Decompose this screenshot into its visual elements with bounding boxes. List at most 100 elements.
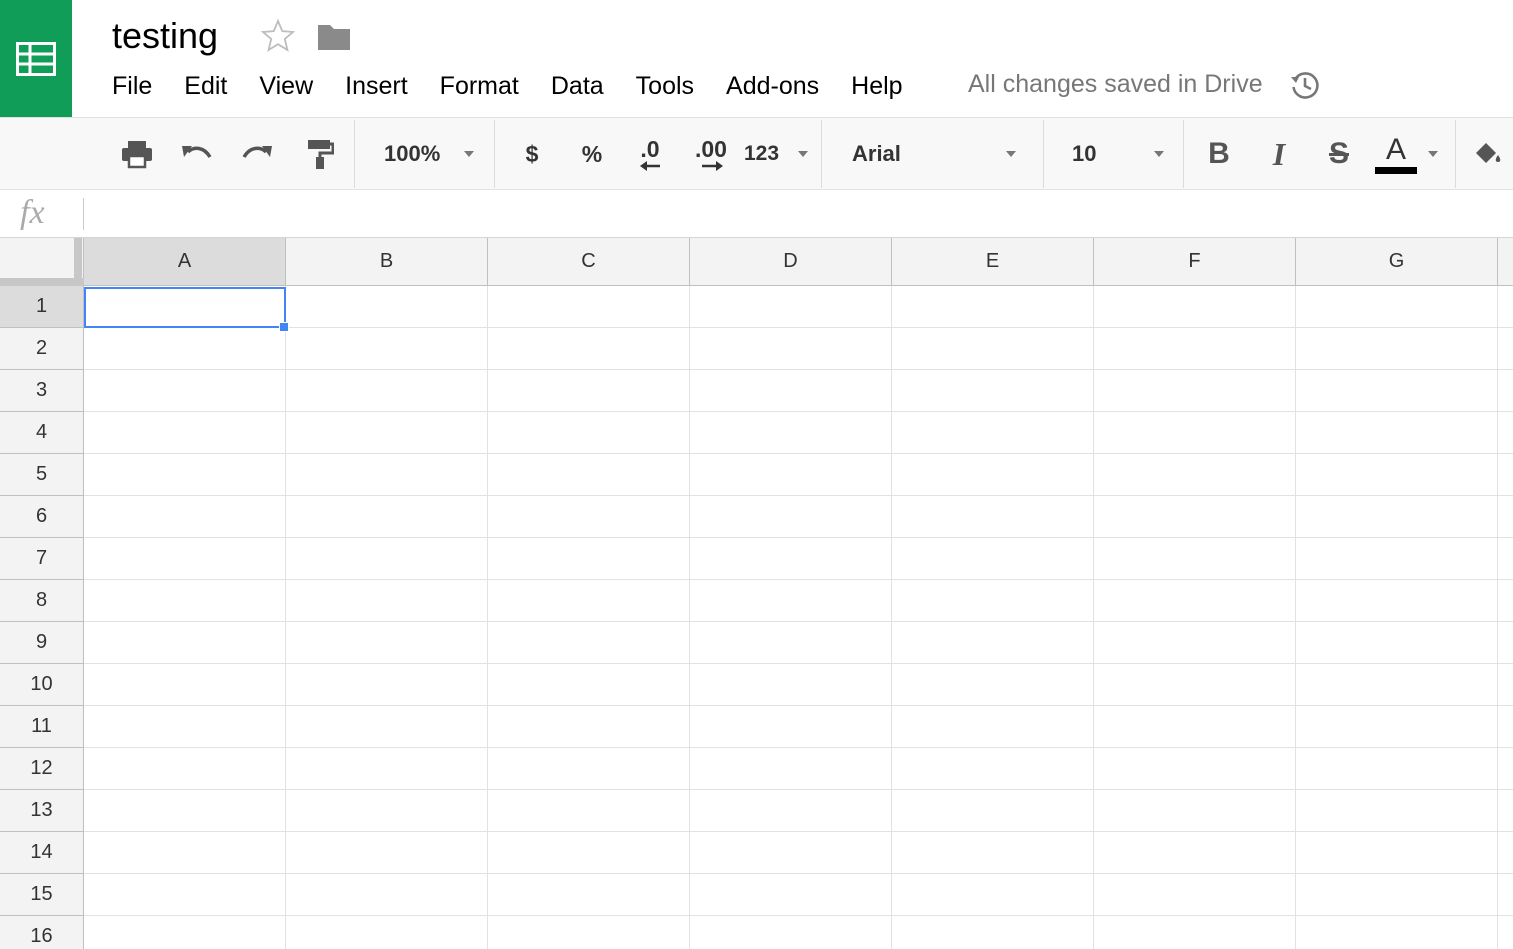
column-header-c[interactable]: C xyxy=(488,238,690,286)
cell-f5[interactable] xyxy=(1094,454,1296,496)
row-header-12[interactable]: 12 xyxy=(0,748,84,790)
cell-h8[interactable] xyxy=(1498,580,1513,622)
currency-format-button[interactable]: $ xyxy=(512,118,552,190)
cell-c14[interactable] xyxy=(488,832,690,874)
redo-button[interactable] xyxy=(236,118,278,190)
cell-d12[interactable] xyxy=(690,748,892,790)
fill-color-button[interactable] xyxy=(1466,118,1510,190)
increase-decimal-button[interactable]: .00 xyxy=(686,118,736,190)
cell-g12[interactable] xyxy=(1296,748,1498,790)
cell-f3[interactable] xyxy=(1094,370,1296,412)
menu-addons[interactable]: Add-ons xyxy=(710,68,835,104)
cell-c13[interactable] xyxy=(488,790,690,832)
cell-f7[interactable] xyxy=(1094,538,1296,580)
print-button[interactable] xyxy=(116,118,158,190)
cell-b7[interactable] xyxy=(286,538,488,580)
column-header-b[interactable]: B xyxy=(286,238,488,286)
cell-e10[interactable] xyxy=(892,664,1094,706)
cell-b12[interactable] xyxy=(286,748,488,790)
cell-d6[interactable] xyxy=(690,496,892,538)
cell-d7[interactable] xyxy=(690,538,892,580)
cell-d11[interactable] xyxy=(690,706,892,748)
cell-c6[interactable] xyxy=(488,496,690,538)
cell-g8[interactable] xyxy=(1296,580,1498,622)
cell-e16[interactable] xyxy=(892,916,1094,949)
percent-format-button[interactable]: % xyxy=(572,118,612,190)
cell-f1[interactable] xyxy=(1094,286,1296,328)
more-formats-select[interactable]: 123 xyxy=(744,118,808,190)
cell-g4[interactable] xyxy=(1296,412,1498,454)
cell-d14[interactable] xyxy=(690,832,892,874)
cell-g11[interactable] xyxy=(1296,706,1498,748)
cell-g13[interactable] xyxy=(1296,790,1498,832)
cell-f2[interactable] xyxy=(1094,328,1296,370)
cell-h6[interactable] xyxy=(1498,496,1513,538)
text-color-button[interactable]: A xyxy=(1374,118,1442,190)
cell-c8[interactable] xyxy=(488,580,690,622)
cell-a13[interactable] xyxy=(84,790,286,832)
column-header-f[interactable]: F xyxy=(1094,238,1296,286)
row-header-3[interactable]: 3 xyxy=(0,370,84,412)
cell-h3[interactable] xyxy=(1498,370,1513,412)
cell-f12[interactable] xyxy=(1094,748,1296,790)
column-header-g[interactable]: G xyxy=(1296,238,1498,286)
cell-e8[interactable] xyxy=(892,580,1094,622)
cell-c12[interactable] xyxy=(488,748,690,790)
cell-b1[interactable] xyxy=(286,286,488,328)
cell-b10[interactable] xyxy=(286,664,488,706)
cell-d1[interactable] xyxy=(690,286,892,328)
cell-c5[interactable] xyxy=(488,454,690,496)
cell-d10[interactable] xyxy=(690,664,892,706)
column-header-a[interactable]: A xyxy=(84,238,286,286)
freeze-row-handle[interactable] xyxy=(0,278,84,286)
cell-a3[interactable] xyxy=(84,370,286,412)
cell-a6[interactable] xyxy=(84,496,286,538)
row-header-9[interactable]: 9 xyxy=(0,622,84,664)
cell-c4[interactable] xyxy=(488,412,690,454)
cell-g1[interactable] xyxy=(1296,286,1498,328)
cell-f11[interactable] xyxy=(1094,706,1296,748)
cell-a10[interactable] xyxy=(84,664,286,706)
cell-e13[interactable] xyxy=(892,790,1094,832)
cell-f16[interactable] xyxy=(1094,916,1296,949)
row-header-16[interactable]: 16 xyxy=(0,916,84,949)
menu-view[interactable]: View xyxy=(243,68,329,104)
cell-g9[interactable] xyxy=(1296,622,1498,664)
cell-f13[interactable] xyxy=(1094,790,1296,832)
cell-e14[interactable] xyxy=(892,832,1094,874)
cell-c16[interactable] xyxy=(488,916,690,949)
cell-e1[interactable] xyxy=(892,286,1094,328)
menu-edit[interactable]: Edit xyxy=(168,68,243,104)
menu-format[interactable]: Format xyxy=(424,68,535,104)
cell-f9[interactable] xyxy=(1094,622,1296,664)
cell-h5[interactable] xyxy=(1498,454,1513,496)
row-header-13[interactable]: 13 xyxy=(0,790,84,832)
cell-a1[interactable] xyxy=(84,286,286,328)
bold-button[interactable]: B xyxy=(1198,118,1240,190)
cell-h2[interactable] xyxy=(1498,328,1513,370)
decrease-decimal-button[interactable]: .0 xyxy=(628,118,672,190)
cell-b9[interactable] xyxy=(286,622,488,664)
cell-h1[interactable] xyxy=(1498,286,1513,328)
cell-a5[interactable] xyxy=(84,454,286,496)
cell-b11[interactable] xyxy=(286,706,488,748)
cell-e9[interactable] xyxy=(892,622,1094,664)
cell-f4[interactable] xyxy=(1094,412,1296,454)
cell-e7[interactable] xyxy=(892,538,1094,580)
cell-b8[interactable] xyxy=(286,580,488,622)
cell-e5[interactable] xyxy=(892,454,1094,496)
zoom-select[interactable]: 100% xyxy=(370,118,480,190)
cell-b16[interactable] xyxy=(286,916,488,949)
cell-h14[interactable] xyxy=(1498,832,1513,874)
cell-c15[interactable] xyxy=(488,874,690,916)
cell-b14[interactable] xyxy=(286,832,488,874)
cell-e11[interactable] xyxy=(892,706,1094,748)
cell-b2[interactable] xyxy=(286,328,488,370)
strikethrough-button[interactable]: S xyxy=(1318,118,1360,190)
cell-f8[interactable] xyxy=(1094,580,1296,622)
cell-f6[interactable] xyxy=(1094,496,1296,538)
cell-d5[interactable] xyxy=(690,454,892,496)
cell-a15[interactable] xyxy=(84,874,286,916)
cell-d9[interactable] xyxy=(690,622,892,664)
cell-e4[interactable] xyxy=(892,412,1094,454)
